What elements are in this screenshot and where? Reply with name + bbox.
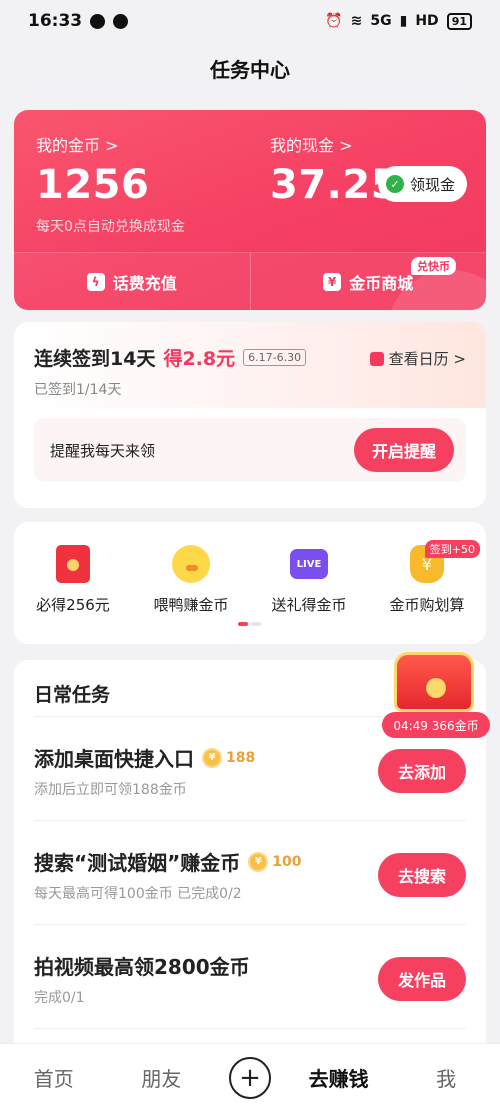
go-search-button[interactable]: 去搜索	[378, 853, 466, 897]
publish-video-button[interactable]: 发作品	[378, 957, 466, 1001]
wechat-check-icon: ✓	[386, 175, 404, 193]
wallet-note: 每天0点自动兑换成现金	[36, 219, 185, 235]
phone-recharge-label: 话费充值	[112, 273, 177, 293]
chest-lock-icon	[426, 678, 446, 698]
promo-item-feed-duck[interactable]: 喂鸭赚金币	[132, 544, 250, 615]
promo-label: 金币购划算	[389, 596, 465, 614]
create-plus-button[interactable]: +	[228, 1056, 271, 1099]
battery-icon: 91	[446, 12, 472, 30]
enable-reminder-button[interactable]: 开启提醒	[353, 428, 454, 472]
status-bar: 16:33 ⏰ ≋ 5G ▮ HD 91	[0, 0, 500, 42]
promo-icon-wrap	[171, 544, 211, 584]
add-shortcut-button[interactable]: 去添加	[378, 749, 466, 793]
task-name: 添加桌面快捷入口 ¥ 188	[34, 743, 255, 772]
view-calendar-link[interactable]: 查看日历 >	[369, 348, 466, 369]
task-row-video: 拍视频最高领2800金币 完成0/1 发作品	[34, 925, 466, 1029]
checkin-progress: 已签到1/14天	[34, 382, 122, 398]
reward-badge: ¥ 100	[248, 851, 302, 872]
signal-icon: ▮	[399, 13, 408, 29]
duck-icon	[172, 545, 210, 583]
treasure-chest-widget[interactable]: 04:49 366金币	[382, 648, 490, 738]
coin-icon: ¥	[202, 747, 222, 768]
coin-icon: ¥	[248, 851, 269, 872]
coin-mall-button[interactable]: ¥ 金币商城 兑快币	[249, 253, 487, 310]
task-title: 搜索“测试婚姻”赚金币	[34, 851, 241, 875]
promo-label: 送礼得金币	[271, 596, 347, 614]
promo-grid: 必得256元 喂鸭赚金币 LIVE 送礼得金币 ¥ 金币购划算 签到+50	[14, 522, 486, 644]
cash-label[interactable]: 我的现金 >	[270, 132, 399, 156]
coins-label[interactable]: 我的金币 >	[36, 132, 149, 156]
lightning-icon: ϟ	[86, 272, 105, 291]
coin-mall-label: 金币商城	[349, 273, 414, 293]
date-range-tag: 6.17-6.30	[243, 349, 307, 366]
status-time: 16:33	[28, 11, 83, 31]
hd-label: HD	[415, 13, 439, 29]
red-envelope-icon	[56, 545, 90, 583]
promo-label: 喂鸭赚金币	[153, 596, 229, 614]
task-title: 拍视频最高领2800金币	[34, 955, 250, 979]
alarm-icon: ⏰	[325, 13, 343, 29]
promo-label: 必得256元	[36, 596, 110, 614]
bottom-nav: 首页 朋友 + 去赚钱 我	[0, 1043, 500, 1111]
page-title: 任务中心	[210, 58, 290, 82]
coins-block[interactable]: 我的金币 > 1256	[36, 132, 149, 208]
nav-home[interactable]: 首页	[14, 1063, 94, 1092]
carousel-dot	[251, 622, 261, 626]
chat-notification-icon	[113, 13, 129, 29]
cash-block[interactable]: 我的现金 > 37.25	[270, 132, 399, 208]
checkin-title-prefix: 连续签到14天	[34, 348, 156, 370]
nav-earn[interactable]: 去赚钱	[299, 1063, 379, 1092]
reward-amount: 188	[226, 749, 256, 766]
promo-icon-wrap	[53, 544, 93, 584]
live-icon: LIVE	[290, 549, 328, 579]
checkin-amount: 得2.8元	[163, 348, 236, 370]
network-label: 5G	[370, 13, 392, 29]
promo-item-send-gift[interactable]: LIVE 送礼得金币	[250, 544, 368, 615]
task-row-search: 搜索“测试婚姻”赚金币 ¥ 100 每天最高可得100金币 已完成0/2 去搜索	[34, 821, 466, 925]
carousel-dot-active	[238, 622, 248, 626]
nav-friends[interactable]: 朋友	[121, 1063, 201, 1092]
reward-badge: ¥ 188	[202, 747, 256, 768]
coin-mall-tag: 兑快币	[411, 257, 456, 275]
promo-badge: 签到+50	[424, 540, 480, 558]
phone-recharge-button[interactable]: ϟ 话费充值	[14, 253, 250, 310]
treasure-timer: 04:49 366金币	[382, 712, 490, 738]
task-title: 添加桌面快捷入口	[34, 747, 194, 771]
wallet-card: 我的金币 > 1256 我的现金 > 37.25 ✓ 领现金 每天0点自动兑换成…	[14, 110, 486, 310]
promo-item-guaranteed[interactable]: 必得256元	[14, 544, 132, 615]
yuan-icon: ¥	[323, 272, 342, 291]
claim-cash-button[interactable]: ✓ 领现金	[378, 166, 468, 202]
nav-me[interactable]: 我	[406, 1063, 486, 1092]
task-name: 搜索“测试婚姻”赚金币 ¥ 100	[34, 847, 302, 876]
status-left: 16:33	[28, 11, 129, 31]
claim-cash-label: 领现金	[410, 175, 456, 194]
carousel-dots	[238, 622, 261, 626]
task-name: 拍视频最高领2800金币	[34, 951, 250, 980]
wallet-actions: ϟ 话费充值 ¥ 金币商城 兑快币	[14, 252, 486, 310]
calendar-icon	[369, 351, 384, 366]
reward-amount: 100	[272, 853, 302, 870]
wifi-icon: ≋	[350, 13, 363, 29]
task-desc: 完成0/1	[34, 990, 85, 1006]
notification-icon	[90, 13, 106, 29]
remind-text: 提醒我每天来领	[50, 441, 156, 460]
status-right: ⏰ ≋ 5G ▮ HD 91	[325, 12, 472, 30]
task-desc: 每天最高可得100金币 已完成0/2	[34, 886, 242, 902]
checkin-card: 连续签到14天 得2.8元 6.17-6.30 已签到1/14天 查看日历 > …	[14, 322, 486, 508]
remind-row: 提醒我每天来领 开启提醒	[34, 418, 466, 482]
task-desc: 添加后立即可领188金币	[34, 782, 187, 798]
promo-item-coin-shopping[interactable]: ¥ 金币购划算 签到+50	[368, 540, 486, 615]
calendar-link-label: 查看日历 >	[388, 350, 466, 368]
coins-value: 1256	[36, 162, 150, 208]
promo-icon-wrap: LIVE	[289, 544, 329, 584]
